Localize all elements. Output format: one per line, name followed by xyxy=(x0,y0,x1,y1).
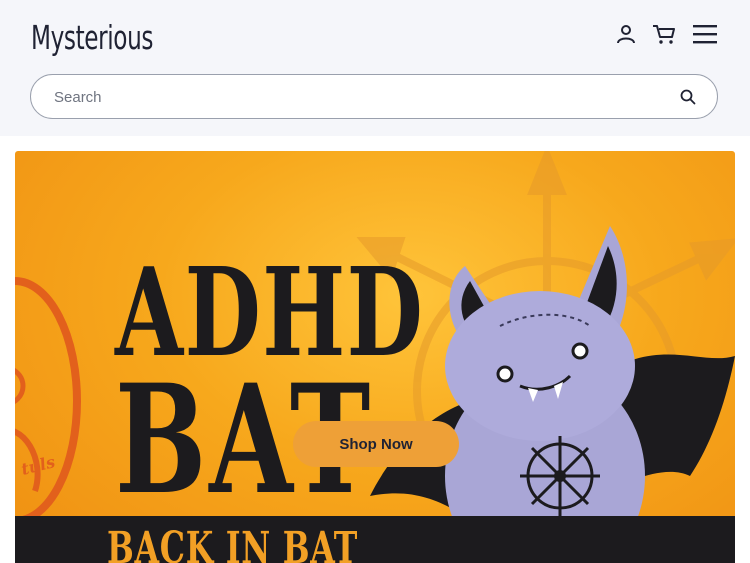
search-icon[interactable] xyxy=(679,88,697,106)
site-header: Mysterious xyxy=(0,0,750,136)
search-input[interactable] xyxy=(52,75,656,120)
brand-logo[interactable]: Mysterious xyxy=(31,18,153,57)
shop-now-button[interactable]: Shop Now xyxy=(293,421,459,467)
hero-banner[interactable]: tuls ADHD BAT BACK IN BAT Shop Now xyxy=(15,151,735,563)
menu-icon[interactable] xyxy=(691,20,719,48)
cart-icon[interactable] xyxy=(650,20,678,48)
banner-tagline: BACK IN BAT xyxy=(107,523,359,563)
partial-brand-emblem xyxy=(15,277,81,525)
bat-plush-image xyxy=(370,226,735,563)
search-bar xyxy=(30,74,718,120)
account-icon[interactable] xyxy=(612,20,640,48)
